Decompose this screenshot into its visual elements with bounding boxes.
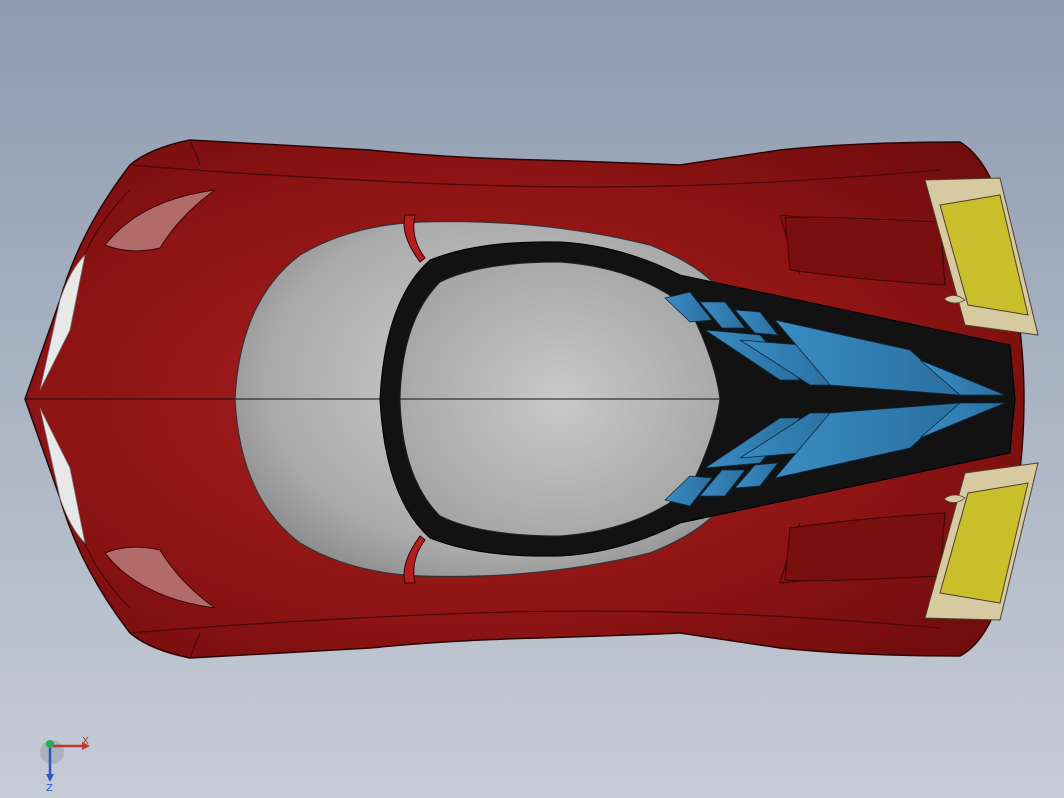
triad-z-label: Z xyxy=(46,783,53,792)
triad-z-arrow xyxy=(46,774,54,782)
triad-y-axis xyxy=(46,740,54,748)
orientation-triad[interactable]: X Z xyxy=(38,732,98,794)
car-model[interactable] xyxy=(24,139,1039,659)
model-canvas[interactable] xyxy=(0,0,1064,798)
graphics-viewport[interactable]: X Z xyxy=(0,0,1064,798)
triad-x-label: X xyxy=(82,736,89,747)
